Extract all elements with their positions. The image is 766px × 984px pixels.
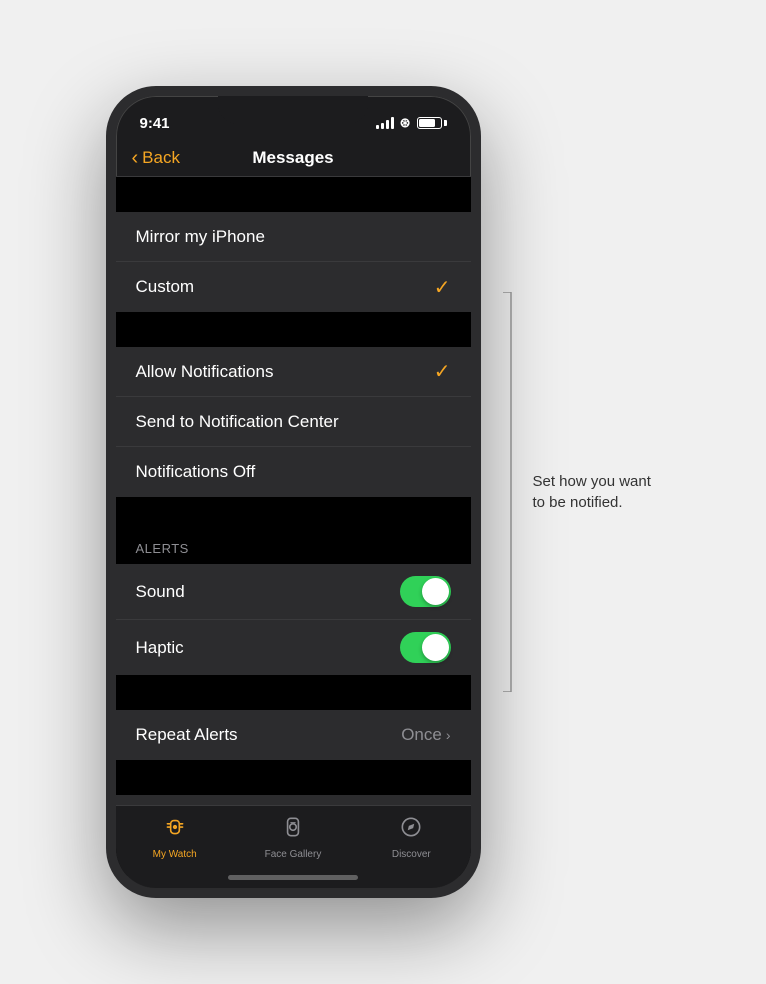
face-gallery-icon — [280, 814, 306, 845]
status-icons: ⊛ — [376, 115, 447, 131]
allow-notifications-check-icon: ✓ — [434, 359, 451, 384]
my-watch-icon — [162, 814, 188, 845]
back-button[interactable]: ‹ Back — [132, 148, 180, 168]
repeat-alerts-group: Repeat Alerts Once › — [116, 710, 471, 760]
discover-tab-label: Discover — [392, 849, 431, 860]
section-divider-3 — [116, 497, 471, 532]
custom-label: Custom — [136, 277, 195, 297]
allow-notifications-label: Allow Notifications — [136, 362, 274, 382]
discover-icon — [398, 814, 424, 845]
annotation-text: Set how you want to be notified. — [533, 471, 661, 513]
signal-icon — [376, 117, 394, 129]
notch — [218, 96, 368, 124]
battery-icon — [417, 117, 447, 129]
notifications-off-label: Notifications Off — [136, 462, 256, 482]
section-divider-1 — [116, 177, 471, 212]
mirror-iphone-row[interactable]: Mirror my iPhone — [116, 212, 471, 262]
custom-row[interactable]: Custom ✓ — [116, 262, 471, 312]
section-divider-4 — [116, 675, 471, 710]
haptic-toggle[interactable] — [400, 632, 451, 663]
send-to-center-row[interactable]: Send to Notification Center — [116, 397, 471, 447]
section-divider-2 — [116, 312, 471, 347]
notifications-off-row[interactable]: Notifications Off — [116, 447, 471, 497]
repeat-alerts-row[interactable]: Repeat Alerts Once › — [116, 710, 471, 760]
toggle-thumb — [422, 578, 449, 605]
alerts-group: Sound Haptic — [116, 564, 471, 675]
allow-notifications-row[interactable]: Allow Notifications ✓ — [116, 347, 471, 397]
repeat-alerts-value: Once — [401, 725, 442, 745]
repeat-alerts-chevron-icon: › — [446, 727, 451, 743]
alerts-section: ALERTS — [116, 497, 471, 564]
haptic-row[interactable]: Haptic — [116, 620, 471, 675]
send-to-center-label: Send to Notification Center — [136, 412, 339, 432]
repeat-alerts-label: Repeat Alerts — [136, 725, 238, 745]
alerts-header: ALERTS — [116, 532, 471, 562]
mirror-custom-group: Mirror my iPhone Custom ✓ — [116, 212, 471, 312]
alerts-header-text: ALERTS — [136, 541, 189, 556]
bracket-line — [501, 292, 521, 692]
content-area: Mirror my iPhone Custom ✓ Allow Notifica… — [116, 177, 471, 876]
tab-discover[interactable]: Discover — [352, 814, 470, 860]
face-gallery-tab-label: Face Gallery — [265, 849, 322, 860]
haptic-label: Haptic — [136, 638, 184, 658]
sound-row[interactable]: Sound — [116, 564, 471, 620]
repeat-alerts-value-container: Once › — [401, 725, 450, 745]
tab-face-gallery[interactable]: Face Gallery — [234, 814, 352, 860]
bracket-svg — [501, 292, 521, 692]
mirror-iphone-label: Mirror my iPhone — [136, 227, 265, 247]
sound-label: Sound — [136, 582, 185, 602]
nav-bar: ‹ Back Messages — [116, 140, 471, 177]
sound-toggle[interactable] — [400, 576, 451, 607]
notifications-group: Allow Notifications ✓ Send to Notificati… — [116, 347, 471, 497]
phone-frame: 9:41 ⊛ ‹ Back Messages — [106, 86, 481, 898]
section-divider-5 — [116, 760, 471, 795]
annotation: Set how you want to be notified. — [501, 292, 661, 692]
my-watch-tab-label: My Watch — [153, 849, 197, 860]
home-indicator — [228, 875, 358, 880]
back-label: Back — [142, 148, 180, 168]
page-title: Messages — [252, 148, 333, 168]
custom-check-icon: ✓ — [434, 275, 451, 300]
wifi-icon: ⊛ — [400, 115, 411, 131]
haptic-toggle-thumb — [422, 634, 449, 661]
tab-my-watch[interactable]: My Watch — [116, 814, 234, 860]
status-time: 9:41 — [140, 115, 170, 132]
back-chevron-icon: ‹ — [132, 148, 139, 168]
